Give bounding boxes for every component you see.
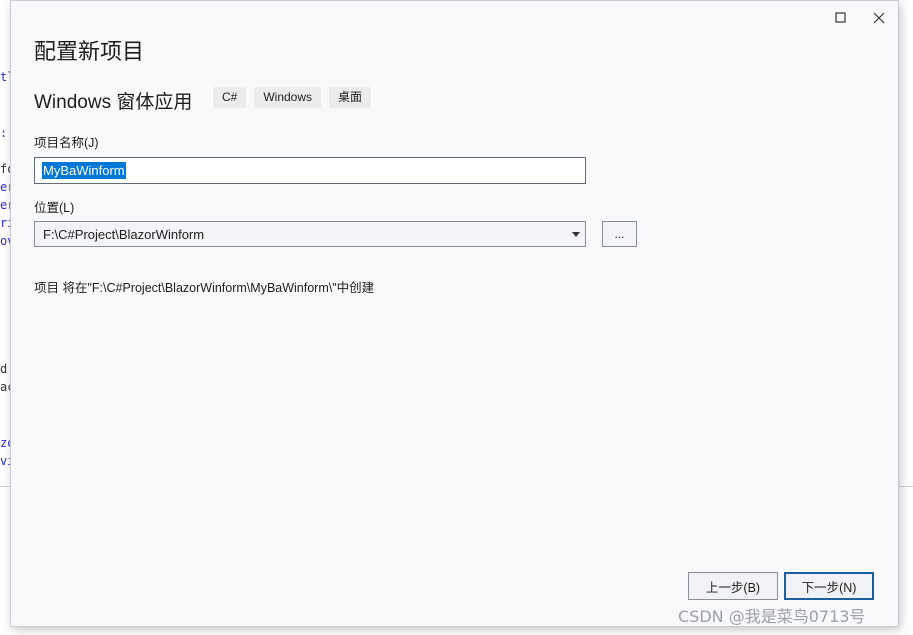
- tag-platform: Windows: [254, 87, 322, 108]
- location-combobox[interactable]: F:\C#Project\BlazorWinform: [34, 221, 586, 247]
- create-location-info: 项目 将在"F:\C#Project\BlazorWinform\MyBaWin…: [34, 281, 375, 295]
- tag-language: C#: [213, 87, 247, 108]
- tag-project-type: 桌面: [329, 87, 372, 108]
- project-name-value: MyBaWinform: [42, 162, 126, 179]
- dialog-title: 配置新项目: [34, 39, 145, 64]
- next-button[interactable]: 下一步(N): [784, 572, 874, 600]
- back-button[interactable]: 上一步(B): [688, 572, 778, 600]
- maximize-icon: [835, 12, 846, 23]
- project-name-input[interactable]: MyBaWinform: [34, 157, 586, 184]
- configure-project-dialog: 配置新项目 Windows 窗体应用 C# Windows 桌面 项目名称(J)…: [11, 1, 898, 626]
- template-tags: C# Windows 桌面: [213, 87, 372, 108]
- bg-code-fragment: :: [0, 126, 8, 140]
- close-icon: [873, 12, 885, 24]
- location-value: F:\C#Project\BlazorWinform: [43, 227, 205, 242]
- close-button[interactable]: [868, 7, 890, 29]
- browse-button[interactable]: ...: [602, 221, 637, 247]
- project-name-label: 项目名称(J): [34, 136, 99, 150]
- chevron-down-icon[interactable]: [572, 232, 580, 238]
- template-name: Windows 窗体应用: [34, 92, 193, 113]
- watermark: CSDN @我是菜鸟0713号: [678, 607, 866, 626]
- maximize-button[interactable]: [830, 7, 852, 29]
- location-label: 位置(L): [34, 201, 75, 215]
